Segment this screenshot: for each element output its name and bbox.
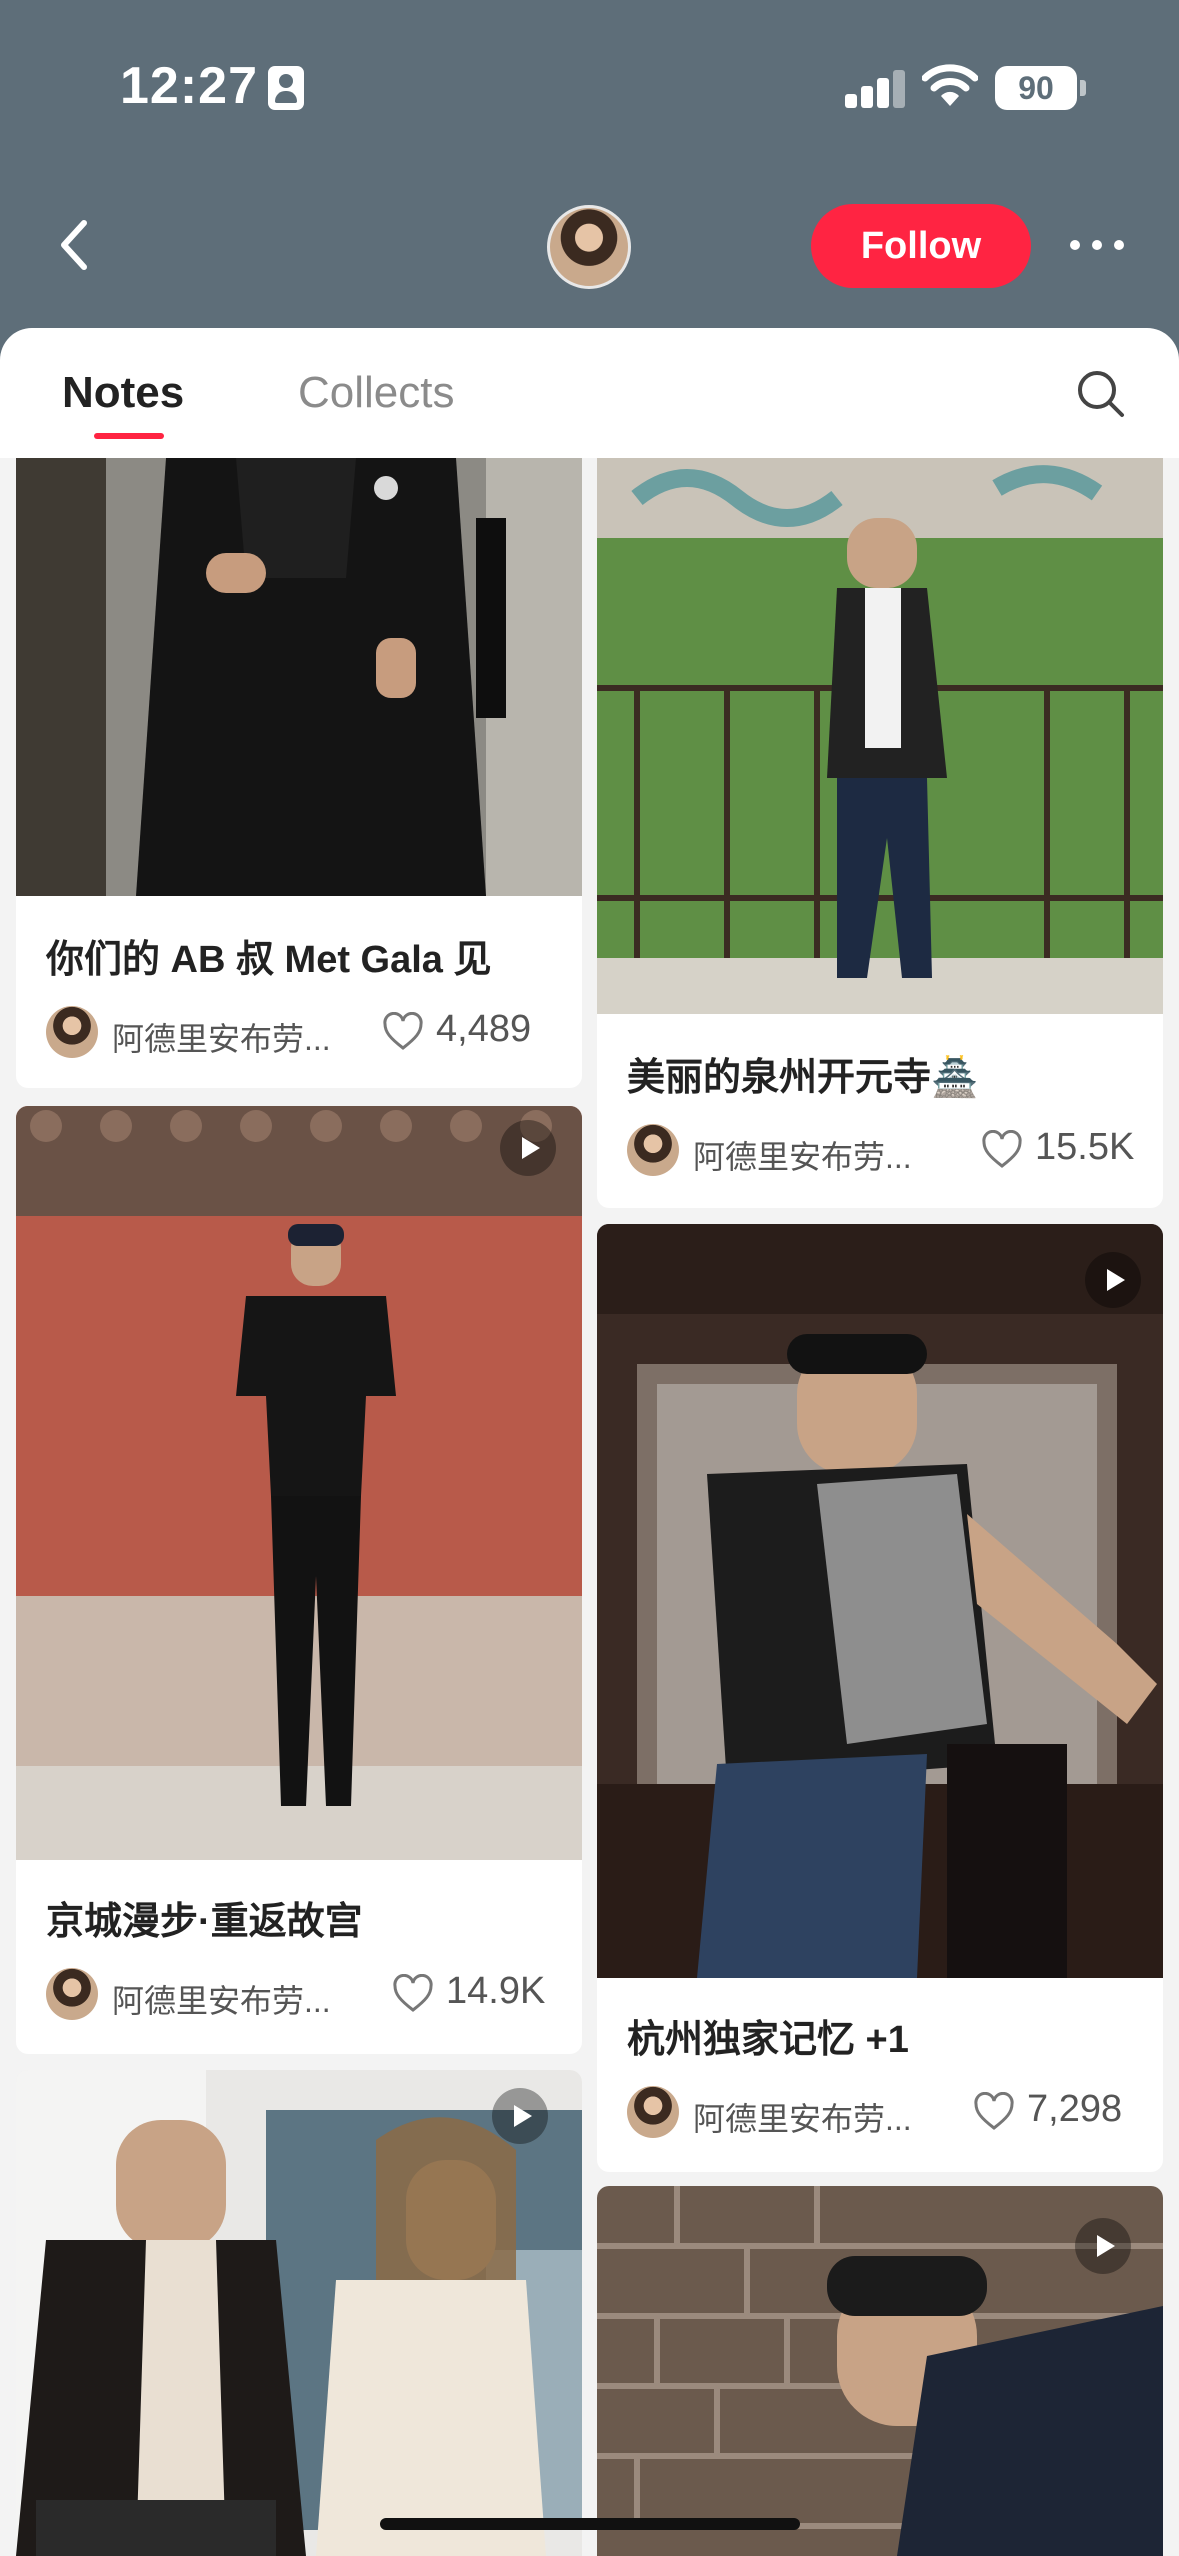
video-play-icon bbox=[1085, 1252, 1141, 1308]
like-count: 15.5K bbox=[1035, 1126, 1135, 1168]
note-card[interactable]: 你们的 AB 叔 Met Gala 见 阿德里安布劳... 4,489 bbox=[16, 458, 582, 1088]
author-name: 阿德里安布劳... bbox=[693, 2101, 912, 2137]
heart-icon[interactable] bbox=[382, 1012, 424, 1052]
note-cover-image bbox=[16, 2070, 582, 2556]
author-avatar bbox=[46, 1968, 98, 2020]
note-meta: 阿德里安布劳... 14.9K bbox=[46, 1968, 566, 2022]
like-count: 4,489 bbox=[436, 1008, 532, 1050]
note-title: 美丽的泉州开元寺🏯 bbox=[627, 1057, 979, 1099]
note-card[interactable] bbox=[597, 2186, 1163, 2556]
note-meta: 阿德里安布劳... 7,298 bbox=[627, 2086, 1147, 2140]
like-count: 14.9K bbox=[446, 1970, 546, 2012]
note-cover-image bbox=[597, 1224, 1163, 1978]
heart-icon[interactable] bbox=[981, 1130, 1023, 1170]
note-cover-image bbox=[16, 1106, 582, 1860]
note-card[interactable]: 杭州独家记忆 +1 阿德里安布劳... 7,298 bbox=[597, 1224, 1163, 2172]
author-name: 阿德里安布劳... bbox=[693, 1139, 912, 1175]
heart-icon[interactable] bbox=[973, 2092, 1015, 2132]
note-card[interactable]: 京城漫步·重返故宫 阿德里安布劳... 14.9K bbox=[16, 1106, 582, 2054]
cellular-signal-icon bbox=[845, 68, 905, 108]
note-title: 你们的 AB 叔 Met Gala 见 bbox=[46, 939, 492, 981]
author-avatar bbox=[46, 1006, 98, 1058]
battery-tip bbox=[1080, 80, 1086, 96]
tab-collects[interactable]: Collects bbox=[298, 368, 455, 418]
more-options-button[interactable] bbox=[1060, 225, 1130, 265]
wifi-icon bbox=[922, 64, 978, 106]
profile-header: 12:27 90 Follow bbox=[0, 0, 1179, 360]
author-name: 阿德里安布劳... bbox=[112, 1983, 331, 2019]
heart-icon[interactable] bbox=[392, 1974, 434, 2014]
author-name: 阿德里安布劳... bbox=[112, 1021, 331, 1057]
contact-card-icon bbox=[268, 66, 304, 110]
note-title: 杭州独家记忆 +1 bbox=[627, 2019, 909, 2061]
follow-button[interactable]: Follow bbox=[811, 204, 1031, 288]
note-cover-image bbox=[16, 458, 582, 896]
author-avatar bbox=[627, 1124, 679, 1176]
note-meta: 阿德里安布劳... 15.5K bbox=[627, 1124, 1147, 1178]
note-card[interactable] bbox=[16, 2070, 582, 2556]
note-title: 京城漫步·重返故宫 bbox=[46, 1901, 363, 1943]
video-play-icon bbox=[1075, 2218, 1131, 2274]
profile-avatar[interactable] bbox=[547, 205, 631, 289]
tab-bar: Notes Collects bbox=[0, 328, 1179, 458]
search-icon[interactable] bbox=[1075, 368, 1127, 420]
home-indicator[interactable] bbox=[380, 2518, 800, 2530]
active-tab-indicator bbox=[94, 433, 164, 439]
video-play-icon bbox=[492, 2088, 548, 2144]
tab-notes[interactable]: Notes bbox=[62, 368, 184, 418]
battery-level: 90 bbox=[995, 66, 1077, 110]
back-button[interactable] bbox=[40, 205, 110, 285]
video-play-icon bbox=[500, 1120, 556, 1176]
like-count: 7,298 bbox=[1027, 2088, 1123, 2130]
note-meta: 阿德里安布劳... 4,489 bbox=[46, 1006, 566, 1060]
note-card[interactable]: 美丽的泉州开元寺🏯 阿德里安布劳... 15.5K bbox=[597, 458, 1163, 1208]
note-cover-image bbox=[597, 458, 1163, 1014]
status-time: 12:27 bbox=[120, 57, 258, 115]
author-avatar bbox=[627, 2086, 679, 2138]
